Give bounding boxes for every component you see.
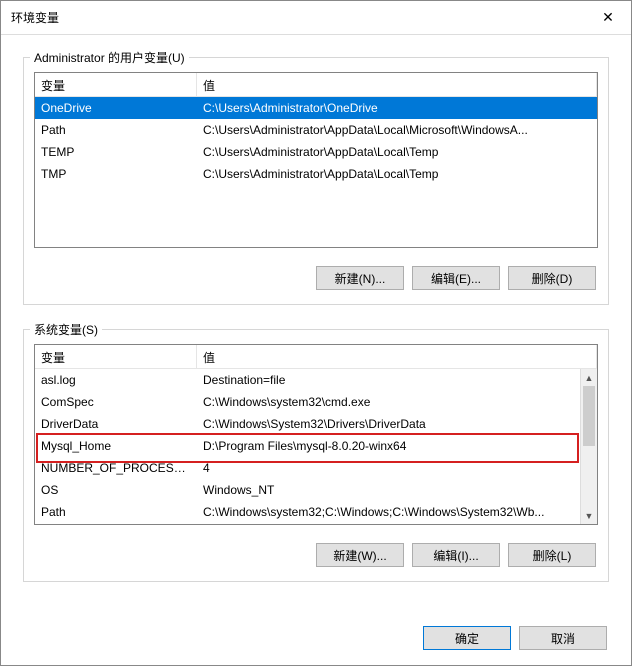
- close-icon: ✕: [602, 9, 614, 26]
- cell-var-name: Path: [35, 501, 197, 523]
- user-new-button[interactable]: 新建(N)...: [316, 266, 404, 290]
- user-vars-body: OneDriveC:\Users\Administrator\OneDriveP…: [35, 97, 597, 247]
- sys-new-button[interactable]: 新建(W)...: [316, 543, 404, 567]
- cell-var-name: TMP: [35, 163, 197, 185]
- col-header-value[interactable]: 值: [197, 73, 597, 96]
- cell-var-value: C:\Users\Administrator\OneDrive: [197, 97, 597, 119]
- cell-var-name: Path: [35, 119, 197, 141]
- cell-var-value: C:\Windows\system32;C:\Windows;C:\Window…: [197, 501, 580, 523]
- cell-var-value: Destination=file: [197, 369, 580, 391]
- col-header-name[interactable]: 变量: [35, 345, 197, 368]
- content-area: Administrator 的用户变量(U) 变量 值 OneDriveC:\U…: [1, 35, 631, 616]
- sys-delete-button[interactable]: 删除(L): [508, 543, 596, 567]
- sys-vars-label: 系统变量(S): [30, 321, 102, 338]
- dialog-buttons: 确定 取消: [1, 616, 631, 664]
- cell-var-name: DriverData: [35, 413, 197, 435]
- cell-var-name: OneDrive: [35, 97, 197, 119]
- scroll-up-icon[interactable]: ▲: [581, 369, 597, 386]
- table-row[interactable]: PathC:\Windows\system32;C:\Windows;C:\Wi…: [35, 501, 580, 523]
- cell-var-value: 4: [197, 457, 580, 479]
- env-vars-dialog: 环境变量 ✕ Administrator 的用户变量(U) 变量 值 OneDr…: [0, 0, 632, 666]
- cell-var-name: ComSpec: [35, 391, 197, 413]
- cell-var-name: TEMP: [35, 141, 197, 163]
- cancel-button[interactable]: 取消: [519, 626, 607, 650]
- cell-var-name: Mysql_Home: [35, 435, 197, 457]
- sys-vars-buttons: 新建(W)... 编辑(I)... 删除(L): [34, 525, 598, 571]
- user-vars-header: 变量 值: [35, 73, 597, 97]
- cell-var-name: NUMBER_OF_PROCESSORS: [35, 457, 197, 479]
- cell-var-name: asl.log: [35, 369, 197, 391]
- scroll-thumb[interactable]: [583, 386, 595, 446]
- sys-vars-body: asl.logDestination=fileComSpecC:\Windows…: [35, 369, 597, 524]
- table-row[interactable]: OSWindows_NT: [35, 479, 580, 501]
- table-row[interactable]: Mysql_HomeD:\Program Files\mysql-8.0.20-…: [35, 435, 580, 457]
- user-vars-buttons: 新建(N)... 编辑(E)... 删除(D): [34, 248, 598, 294]
- cell-var-value: C:\Users\Administrator\AppData\Local\Mic…: [197, 119, 597, 141]
- user-vars-table[interactable]: 变量 值 OneDriveC:\Users\Administrator\OneD…: [34, 72, 598, 248]
- sys-vars-header: 变量 值: [35, 345, 597, 369]
- scrollbar[interactable]: ▲ ▼: [580, 369, 597, 524]
- table-row[interactable]: ComSpecC:\Windows\system32\cmd.exe: [35, 391, 580, 413]
- table-row[interactable]: TMPC:\Users\Administrator\AppData\Local\…: [35, 163, 597, 185]
- cell-var-name: OS: [35, 479, 197, 501]
- table-row[interactable]: NUMBER_OF_PROCESSORS4: [35, 457, 580, 479]
- table-row[interactable]: TEMPC:\Users\Administrator\AppData\Local…: [35, 141, 597, 163]
- table-row[interactable]: asl.logDestination=file: [35, 369, 580, 391]
- table-row[interactable]: OneDriveC:\Users\Administrator\OneDrive: [35, 97, 597, 119]
- titlebar: 环境变量 ✕: [1, 1, 631, 35]
- col-header-name[interactable]: 变量: [35, 73, 197, 96]
- close-button[interactable]: ✕: [585, 1, 631, 35]
- cell-var-value: C:\Windows\system32\cmd.exe: [197, 391, 580, 413]
- user-vars-group: Administrator 的用户变量(U) 变量 值 OneDriveC:\U…: [23, 57, 609, 305]
- cell-var-value: Windows_NT: [197, 479, 580, 501]
- cell-var-value: D:\Program Files\mysql-8.0.20-winx64: [197, 435, 580, 457]
- sys-vars-group: 系统变量(S) 变量 值 asl.logDestination=fileComS…: [23, 329, 609, 582]
- user-edit-button[interactable]: 编辑(E)...: [412, 266, 500, 290]
- cell-var-value: C:\Users\Administrator\AppData\Local\Tem…: [197, 163, 597, 185]
- window-title: 环境变量: [11, 9, 59, 26]
- cell-var-value: C:\Users\Administrator\AppData\Local\Tem…: [197, 141, 597, 163]
- user-vars-label: Administrator 的用户变量(U): [30, 49, 189, 66]
- user-delete-button[interactable]: 删除(D): [508, 266, 596, 290]
- sys-vars-table[interactable]: 变量 值 asl.logDestination=fileComSpecC:\Wi…: [34, 344, 598, 525]
- scroll-down-icon[interactable]: ▼: [581, 507, 597, 524]
- cell-var-value: C:\Windows\System32\Drivers\DriverData: [197, 413, 580, 435]
- sys-edit-button[interactable]: 编辑(I)...: [412, 543, 500, 567]
- table-row[interactable]: PathC:\Users\Administrator\AppData\Local…: [35, 119, 597, 141]
- col-header-value[interactable]: 值: [197, 345, 597, 368]
- ok-button[interactable]: 确定: [423, 626, 511, 650]
- table-row[interactable]: DriverDataC:\Windows\System32\Drivers\Dr…: [35, 413, 580, 435]
